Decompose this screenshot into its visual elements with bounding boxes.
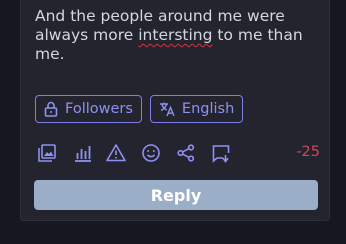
character-counter: -25	[296, 144, 320, 160]
compose-panel: And the people around me were always mor…	[20, 0, 330, 221]
visibility-label: Followers	[65, 101, 133, 117]
emoji-icon	[141, 143, 161, 163]
schedule-post-icon	[211, 143, 231, 163]
compose-toolbar: -25	[35, 141, 320, 165]
warning-icon	[106, 143, 126, 163]
content-warning-button[interactable]	[104, 141, 128, 165]
translate-icon	[159, 101, 175, 117]
visibility-button[interactable]: Followers	[35, 95, 142, 123]
language-button[interactable]: English	[149, 95, 244, 123]
image-gallery-icon	[37, 143, 57, 163]
emoji-button[interactable]	[139, 141, 163, 165]
lock-icon	[44, 101, 58, 117]
post-options-row: Followers English	[35, 95, 244, 123]
reply-button[interactable]: Reply	[34, 180, 318, 210]
share-button[interactable]	[174, 141, 198, 165]
share-icon	[176, 143, 196, 163]
poll-icon	[73, 143, 93, 163]
media-button[interactable]	[35, 141, 59, 165]
schedule-post-button[interactable]	[209, 141, 233, 165]
misspelled-word[interactable]: intersting	[138, 26, 212, 44]
compose-textarea[interactable]: And the people around me were always mor…	[35, 7, 317, 64]
language-label: English	[181, 101, 235, 117]
poll-button[interactable]	[71, 141, 95, 165]
